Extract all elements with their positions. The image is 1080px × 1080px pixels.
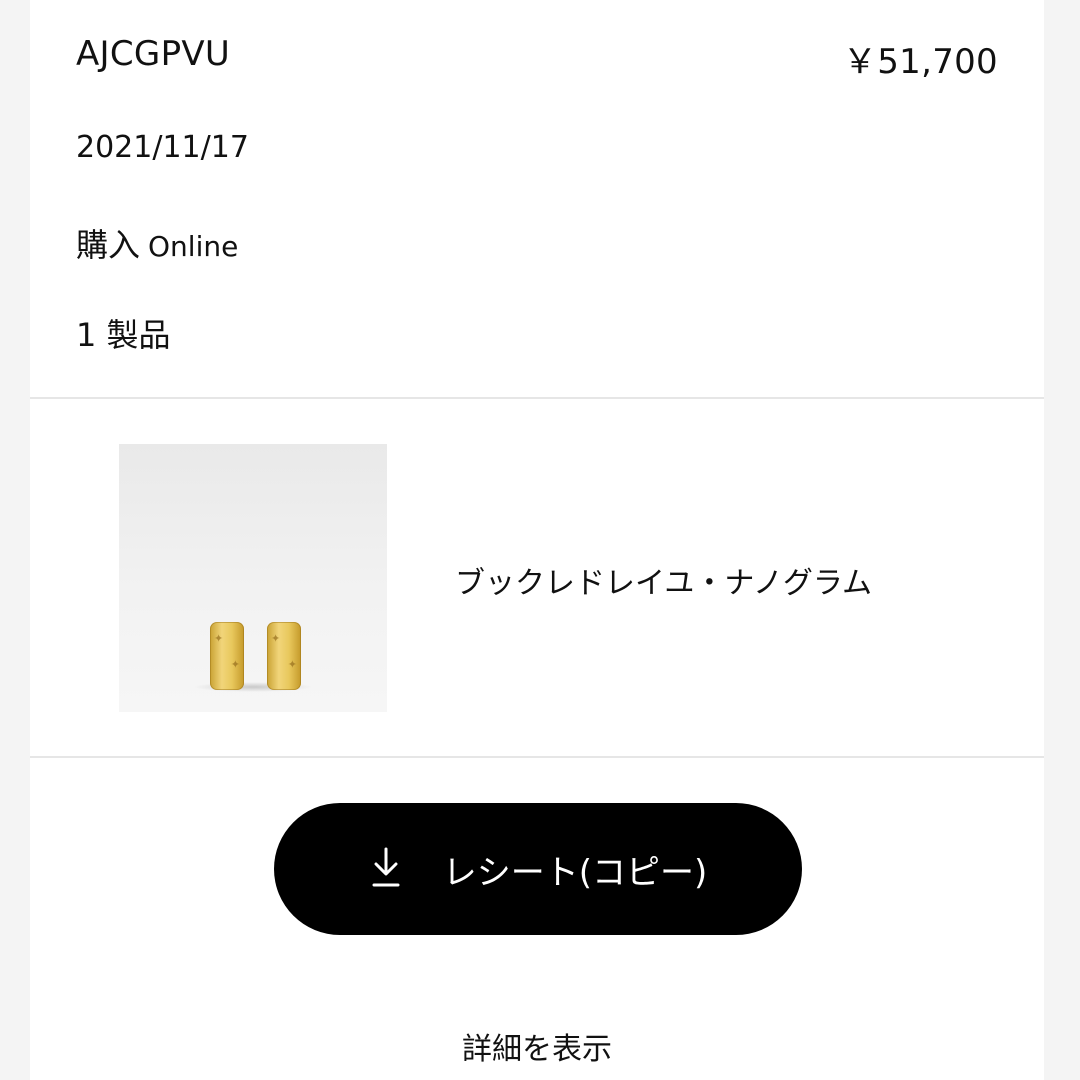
earring-left-image <box>210 622 244 690</box>
product-image[interactable] <box>119 444 387 712</box>
product-name[interactable]: ブックレドレイユ・ナノグラム <box>455 558 872 602</box>
order-number: AJCGPVU <box>76 34 231 74</box>
divider <box>30 397 1044 399</box>
order-card: AJCGPVU ￥51,700 2021/11/17 購入 Online 1 製品… <box>30 0 1044 1080</box>
earring-right-image <box>267 622 301 690</box>
purchase-label: 購入 <box>76 226 141 264</box>
show-details-link[interactable]: 詳細を表示 <box>30 1024 1044 1068</box>
order-total-price: ￥51,700 <box>842 42 998 82</box>
product-count: 1 製品 <box>76 316 171 354</box>
order-date: 2021/11/17 <box>76 130 249 165</box>
receipt-copy-label: レシート(コピー) <box>442 852 708 893</box>
download-icon <box>369 847 403 891</box>
purchase-channel: Online <box>148 230 239 263</box>
purchase-info: 購入 Online <box>76 220 238 266</box>
divider <box>30 756 1044 758</box>
receipt-copy-button[interactable]: レシート(コピー) <box>274 803 802 935</box>
